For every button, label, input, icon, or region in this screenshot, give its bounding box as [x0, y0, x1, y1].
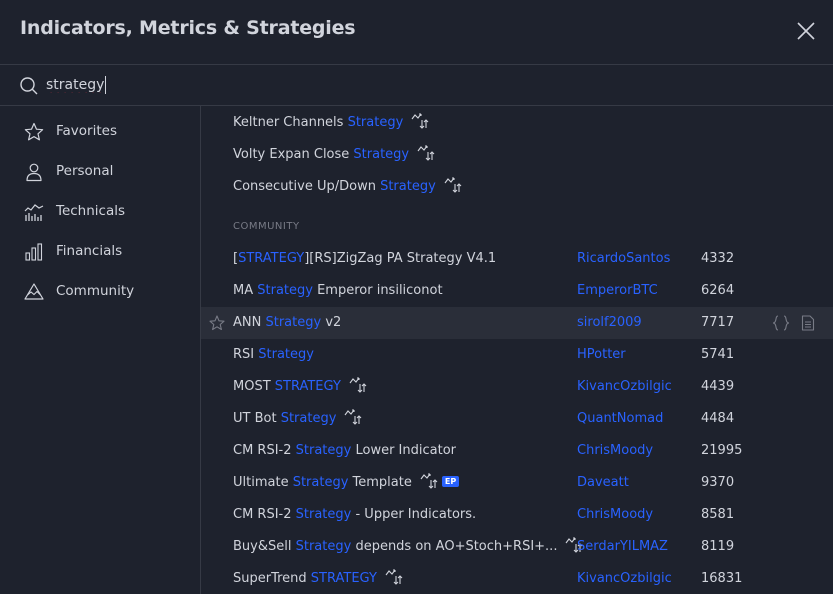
item-name: Buy&Sell Strategy depends on AO+Stoch+RS…	[233, 537, 583, 554]
search-input[interactable]	[46, 74, 546, 96]
list-item[interactable]: Buy&Sell Strategy depends on AO+Stoch+RS…	[201, 531, 833, 563]
section-header-community: COMMUNITY	[233, 221, 300, 232]
strategy-icon	[344, 409, 362, 425]
list-item[interactable]: CM RSI-2 Strategy Lower Indicator ChrisM…	[201, 435, 833, 467]
item-name: SuperTrend STRATEGY	[233, 569, 403, 586]
bar-chart-icon	[25, 243, 43, 261]
author-link[interactable]: KivancOzbilgic	[577, 379, 672, 394]
likes-count: 8581	[701, 507, 735, 522]
strategy-icon	[417, 145, 435, 161]
list-item[interactable]: Consecutive Up/Down Strategy	[201, 171, 833, 203]
likes-count: 7717	[701, 315, 735, 330]
strategy-icon	[385, 569, 403, 585]
likes-count: 6264	[701, 283, 735, 298]
sidebar-item-label: Technicals	[56, 203, 126, 219]
search-icon	[20, 77, 38, 95]
author-link[interactable]: sirolf2009	[577, 315, 642, 330]
technicals-chart-icon	[24, 204, 44, 221]
list-item[interactable]: Volty Expan Close Strategy	[201, 139, 833, 171]
results-list: Keltner Channels Strategy Volty Expan Cl…	[201, 106, 833, 594]
likes-count: 16831	[701, 571, 743, 586]
likes-count: 8119	[701, 539, 735, 554]
strategy-icon	[444, 177, 462, 193]
list-item[interactable]: MA Strategy Emperor insiliconot EmperorB…	[201, 275, 833, 307]
sidebar-item-financials[interactable]: Financials	[0, 232, 200, 272]
sidebar-item-label: Community	[56, 283, 135, 299]
list-item-hovered[interactable]: ANN Strategy v2 sirolf2009 7717	[201, 307, 833, 339]
close-icon[interactable]	[797, 22, 815, 40]
item-name: ANN Strategy v2	[233, 315, 342, 330]
item-name: UT Bot Strategy	[233, 409, 362, 426]
sidebar-item-label: Favorites	[56, 123, 117, 139]
item-name: [STRATEGY][RS]ZigZag PA Strategy V4.1	[233, 251, 497, 266]
list-item[interactable]: CM RSI-2 Strategy - Upper Indicators. Ch…	[201, 499, 833, 531]
category-sidebar: Favorites Personal Technicals Financials	[0, 106, 201, 594]
likes-count: 5741	[701, 347, 735, 362]
list-item[interactable]: SuperTrend STRATEGY KivancOzbilgic 16831	[201, 563, 833, 594]
likes-count: 4484	[701, 411, 735, 426]
user-icon	[26, 163, 42, 182]
dialog-header: Indicators, Metrics & Strategies	[0, 0, 833, 65]
list-item[interactable]: RSI Strategy HPotter 5741	[201, 339, 833, 371]
strategy-icon	[349, 377, 367, 393]
indicators-dialog: Indicators, Metrics & Strategies Favorit…	[0, 0, 833, 594]
list-item[interactable]: [STRATEGY][RS]ZigZag PA Strategy V4.1 Ri…	[201, 243, 833, 275]
favorite-star-icon[interactable]	[209, 315, 225, 331]
sidebar-item-personal[interactable]: Personal	[0, 152, 200, 192]
author-link[interactable]: KivancOzbilgic	[577, 571, 672, 586]
likes-count: 4332	[701, 251, 735, 266]
item-name: CM RSI-2 Strategy - Upper Indicators.	[233, 507, 477, 522]
strategy-icon	[420, 473, 438, 489]
list-item[interactable]: Keltner Channels Strategy	[201, 107, 833, 139]
author-link[interactable]: EmperorBTC	[577, 283, 658, 298]
item-name: CM RSI-2 Strategy Lower Indicator	[233, 443, 456, 458]
item-name: Keltner Channels Strategy	[233, 113, 429, 130]
item-name: Volty Expan Close Strategy	[233, 145, 435, 162]
sidebar-item-community[interactable]: Community	[0, 272, 200, 312]
star-icon	[24, 122, 44, 141]
strategy-icon	[411, 113, 429, 129]
sidebar-item-favorites[interactable]: Favorites	[0, 112, 200, 152]
author-link[interactable]: SerdarYILMAZ	[577, 539, 668, 554]
item-name: MOST STRATEGY	[233, 377, 367, 394]
sidebar-item-label: Financials	[56, 243, 123, 259]
author-link[interactable]: Daveatt	[577, 475, 629, 490]
item-name: Consecutive Up/Down Strategy	[233, 177, 462, 194]
list-item[interactable]: Ultimate Strategy Template EP Daveatt 937…	[201, 467, 833, 499]
dialog-title: Indicators, Metrics & Strategies	[20, 17, 356, 39]
item-name: MA Strategy Emperor insiliconot	[233, 283, 443, 298]
text-caret	[105, 76, 106, 94]
list-item[interactable]: MOST STRATEGY KivancOzbilgic 4439	[201, 371, 833, 403]
author-link[interactable]: ChrisMoody	[577, 507, 653, 522]
sidebar-item-label: Personal	[56, 163, 114, 179]
author-link[interactable]: HPotter	[577, 347, 626, 362]
community-icon	[24, 283, 44, 300]
item-name: Ultimate Strategy Template EP	[233, 473, 460, 490]
author-link[interactable]: ChrisMoody	[577, 443, 653, 458]
search-bar	[0, 65, 833, 106]
sidebar-item-technicals[interactable]: Technicals	[0, 192, 200, 232]
list-item[interactable]: UT Bot Strategy QuantNomad 4484	[201, 403, 833, 435]
likes-count: 9370	[701, 475, 735, 490]
document-icon[interactable]	[801, 315, 815, 331]
early-publisher-badge: EP	[441, 475, 460, 487]
likes-count: 21995	[701, 443, 743, 458]
item-name: RSI Strategy	[233, 347, 314, 362]
likes-count: 4439	[701, 379, 735, 394]
author-link[interactable]: RicardoSantos	[577, 251, 670, 266]
author-link[interactable]: QuantNomad	[577, 411, 663, 426]
source-code-icon[interactable]	[772, 315, 790, 331]
